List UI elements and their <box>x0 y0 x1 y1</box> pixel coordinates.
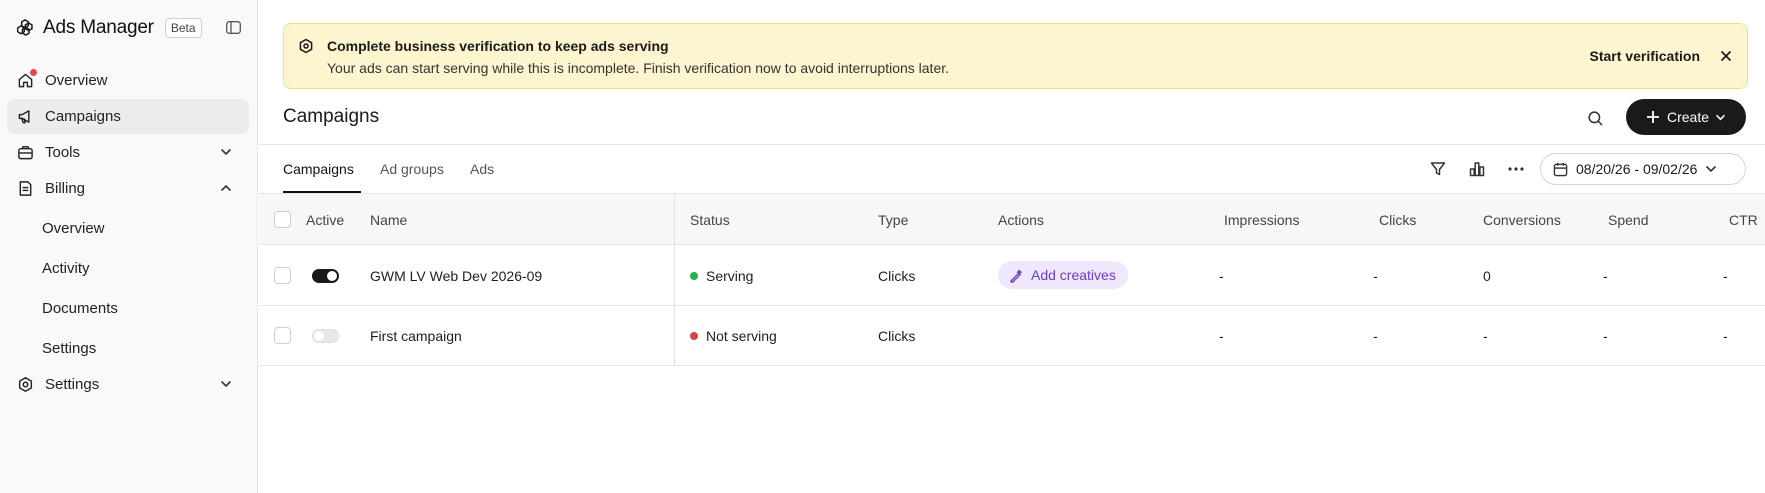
status-label: Not serving <box>706 328 777 344</box>
tab-ads[interactable]: Ads <box>470 161 494 177</box>
status-cell: Serving <box>690 268 753 284</box>
type-cell: Clicks <box>878 268 916 284</box>
clicks-cell: - <box>1373 328 1378 344</box>
create-label: Create <box>1666 109 1710 125</box>
col-header-actions: Actions <box>998 212 1044 228</box>
close-icon[interactable] <box>1719 49 1733 63</box>
sidebar-item-label: Tools <box>45 144 81 161</box>
status-cell: Not serving <box>690 328 777 344</box>
spend-cell: - <box>1603 328 1608 344</box>
column-divider <box>674 193 675 366</box>
tab-campaigns[interactable]: Campaigns <box>283 161 354 177</box>
sidebar-subitem-billing-activity[interactable]: Activity <box>42 260 90 277</box>
col-header-conversions[interactable]: Conversions <box>1483 212 1561 228</box>
table-header: Active Name Status Type Actions Impressi… <box>259 193 1765 245</box>
col-header-type[interactable]: Type <box>878 212 908 228</box>
active-toggle[interactable] <box>312 329 339 343</box>
create-button[interactable]: Create <box>1626 99 1746 135</box>
gear-icon <box>16 376 34 394</box>
more-icon[interactable] <box>1506 159 1526 179</box>
shield-icon <box>298 38 314 54</box>
date-range-label: 08/20/26 - 09/02/26 <box>1576 161 1698 177</box>
row-checkbox[interactable] <box>274 327 291 344</box>
chevron-down-icon <box>1706 165 1717 173</box>
chevron-down-icon <box>219 377 233 391</box>
sidebar-item-tools[interactable]: Tools <box>7 135 249 170</box>
campaign-name[interactable]: GWM LV Web Dev 2026-09 <box>370 268 542 284</box>
magic-pen-icon <box>1010 269 1022 283</box>
search-icon[interactable] <box>1584 107 1606 129</box>
sidebar-subitem-billing-documents[interactable]: Documents <box>42 300 118 317</box>
campaign-name[interactable]: First campaign <box>370 328 462 344</box>
impressions-cell: - <box>1219 268 1224 284</box>
verification-banner: Complete business verification to keep a… <box>283 23 1748 89</box>
ctr-cell: - <box>1723 268 1728 284</box>
banner-title: Complete business verification to keep a… <box>327 38 669 54</box>
page-title: Campaigns <box>283 106 380 127</box>
openai-logo-icon <box>14 17 36 39</box>
sidebar-subitem-billing-settings[interactable]: Settings <box>42 340 96 357</box>
sidebar-item-campaigns[interactable]: Campaigns <box>7 99 249 134</box>
receipt-icon <box>16 180 34 198</box>
status-label: Serving <box>706 268 754 284</box>
table-row[interactable]: First campaign Not serving Clicks - - - … <box>259 306 1765 366</box>
conversions-cell: 0 <box>1483 268 1491 284</box>
status-dot-not-serving <box>690 332 698 340</box>
clicks-cell: - <box>1373 268 1378 284</box>
beta-badge: Beta <box>164 18 202 38</box>
sidebar-item-label: Overview <box>45 72 108 89</box>
calendar-icon <box>1553 162 1568 176</box>
status-dot-serving <box>690 272 698 280</box>
select-all-checkbox[interactable] <box>274 211 291 228</box>
filter-icon[interactable] <box>1428 159 1448 179</box>
sidebar-item-overview[interactable]: Overview <box>7 63 249 98</box>
megaphone-icon <box>16 108 34 126</box>
sidebar-item-settings[interactable]: Settings <box>7 367 249 402</box>
brand: Ads Manager Beta <box>14 16 202 40</box>
conversions-cell: - <box>1483 328 1488 344</box>
banner-text: Your ads can start serving while this is… <box>327 60 950 76</box>
notification-dot <box>30 68 37 76</box>
table-row[interactable]: GWM LV Web Dev 2026-09 Serving Clicks Ad… <box>259 245 1765 306</box>
col-header-ctr[interactable]: CTR <box>1729 212 1758 228</box>
ctr-cell: - <box>1723 328 1728 344</box>
app-title: Ads Manager <box>43 17 154 38</box>
col-header-status[interactable]: Status <box>690 212 730 228</box>
row-checkbox[interactable] <box>274 267 291 284</box>
main-content: Complete business verification to keep a… <box>259 0 1765 493</box>
sidebar-item-billing[interactable]: Billing <box>7 171 249 206</box>
sidebar: Ads Manager Beta Overview Campaigns Tool… <box>0 0 258 493</box>
home-icon <box>16 68 37 90</box>
sidebar-item-label: Settings <box>45 376 100 393</box>
toolbox-icon <box>16 144 34 162</box>
type-cell: Clicks <box>878 328 916 344</box>
plus-icon <box>1646 111 1659 123</box>
col-header-impressions[interactable]: Impressions <box>1224 212 1299 228</box>
impressions-cell: - <box>1219 328 1224 344</box>
chevron-down-icon <box>1716 114 1726 120</box>
active-toggle[interactable] <box>312 269 339 283</box>
col-header-active: Active <box>306 212 345 228</box>
col-header-name[interactable]: Name <box>370 212 407 228</box>
spend-cell: - <box>1603 268 1608 284</box>
chevron-up-icon <box>219 181 233 195</box>
chevron-down-icon <box>219 145 233 159</box>
date-range-picker[interactable]: 08/20/26 - 09/02/26 <box>1540 153 1746 185</box>
bar-chart-icon[interactable] <box>1467 159 1487 179</box>
tab-ad-groups[interactable]: Ad groups <box>380 161 444 177</box>
sidebar-item-label: Billing <box>45 180 86 197</box>
add-creatives-button[interactable]: Add creatives <box>998 261 1128 289</box>
col-header-clicks[interactable]: Clicks <box>1379 212 1416 228</box>
sidebar-toggle-icon[interactable] <box>224 18 242 36</box>
sidebar-subitem-billing-overview[interactable]: Overview <box>42 220 105 237</box>
add-creatives-label: Add creatives <box>1031 267 1116 283</box>
start-verification-button[interactable]: Start verification <box>1590 48 1700 64</box>
header-divider <box>259 144 1765 145</box>
sidebar-item-label: Campaigns <box>45 108 121 125</box>
col-header-spend[interactable]: Spend <box>1608 212 1648 228</box>
